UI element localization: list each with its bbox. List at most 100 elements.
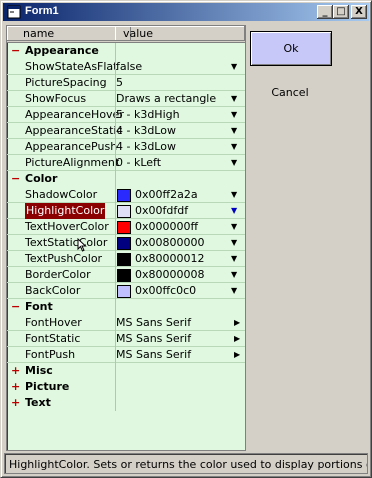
collapse-icon[interactable]: − [11,171,21,187]
right-arrow-icon[interactable]: ▶ [234,347,240,363]
close-button[interactable]: X [351,5,367,19]
property-row[interactable]: FontPush MS Sans Serif ▶ [7,347,245,363]
dropdown-arrow-icon[interactable]: ▼ [231,251,237,267]
property-name: TextPushColor [25,252,103,265]
property-row[interactable]: BackColor 0x00ffc0c0 ▼ [7,283,245,299]
property-value[interactable]: Draws a rectangle [116,91,216,107]
column-header-value[interactable]: value [115,26,245,41]
property-row[interactable]: FontHover MS Sans Serif ▶ [7,315,245,331]
category-label: Font [25,300,53,313]
property-name: TextHoverColor [25,220,109,233]
property-row[interactable]: PictureSpacing 5 [7,75,245,91]
cancel-button[interactable]: Cancel [250,81,330,105]
grid-header: name value [7,26,245,43]
color-swatch [117,269,131,282]
property-row[interactable]: AppearancePush 4 - k3dLow ▼ [7,139,245,155]
minimize-button[interactable]: _ [317,5,333,19]
property-row[interactable]: BorderColor 0x80000008 ▼ [7,267,245,283]
expand-icon[interactable]: + [11,363,21,379]
property-row[interactable]: TextPushColor 0x80000012 ▼ [7,251,245,267]
collapse-icon[interactable]: − [11,299,21,315]
collapse-icon[interactable]: − [11,43,21,59]
form-icon [7,5,21,19]
property-grid[interactable]: name value − Appearance ShowStateAsFlat fal… [6,25,246,451]
value-cell [115,395,245,411]
color-swatch [117,253,131,266]
property-name: TextStaticColor [25,236,108,249]
property-value[interactable]: 4 - k3dLow [116,139,176,155]
property-row[interactable]: FontStatic MS Sans Serif ▶ [7,331,245,347]
category-row[interactable]: + Misc [7,363,245,379]
dropdown-arrow-icon[interactable]: ▼ [231,91,237,107]
color-value[interactable]: 0x00800000 [135,235,205,251]
category-row[interactable]: − Font [7,299,245,315]
property-value[interactable]: MS Sans Serif [116,315,191,331]
property-value[interactable]: MS Sans Serif [116,347,191,363]
category-row[interactable]: − Color [7,171,245,187]
property-value[interactable]: MS Sans Serif [116,331,191,347]
property-row[interactable]: TextHoverColor 0x000000ff ▼ [7,219,245,235]
property-row[interactable]: PictureAlignment 0 - kLeft ▼ [7,155,245,171]
dropdown-arrow-icon[interactable]: ▼ [231,235,237,251]
property-name: FontHover [25,316,82,329]
status-bar: HighlightColor. Sets or returns the colo… [4,453,368,474]
dropdown-arrow-icon[interactable]: ▼ [231,59,237,75]
property-row[interactable]: ShowStateAsFlat false ▼ [7,59,245,75]
maximize-button[interactable]: □ [333,5,349,19]
category-row[interactable]: + Text [7,395,245,411]
form-window: Form1 _ □ X name value − Appearance ShowSt… [0,0,372,478]
color-value[interactable]: 0x00ffc0c0 [135,283,196,299]
expand-icon[interactable]: + [11,379,21,395]
property-value[interactable]: 4 - k3dLow [116,123,176,139]
dropdown-arrow-icon[interactable]: ▼ [231,155,237,171]
property-row[interactable]: AppearanceHover 5 - k3dHigh ▼ [7,107,245,123]
color-value[interactable]: 0x80000012 [135,251,205,267]
ok-button[interactable]: Ok [250,31,332,66]
dropdown-arrow-icon[interactable]: ▼ [231,203,237,219]
dropdown-arrow-icon[interactable]: ▼ [231,283,237,299]
right-arrow-icon[interactable]: ▶ [234,315,240,331]
category-label: Misc [25,364,53,377]
expand-icon[interactable]: + [11,395,21,411]
dropdown-arrow-icon[interactable]: ▼ [231,107,237,123]
value-cell [115,43,245,59]
right-arrow-icon[interactable]: ▶ [234,331,240,347]
color-swatch [117,189,131,202]
property-value[interactable]: false [116,59,142,75]
property-value[interactable]: 5 - k3dHigh [116,107,180,123]
property-name: PictureSpacing [25,76,107,89]
column-header-name[interactable]: name [7,26,131,41]
property-value[interactable]: 0 - kLeft [116,155,161,171]
dropdown-arrow-icon[interactable]: ▼ [231,187,237,203]
property-row[interactable]: ShowFocus Draws a rectangle ▼ [7,91,245,107]
property-name: FontPush [25,348,76,361]
property-row[interactable]: HighlightColor 0x00fdfdf ▼ [7,203,245,219]
property-row[interactable]: AppearanceStatic 4 - k3dLow ▼ [7,123,245,139]
color-swatch [117,221,131,234]
dropdown-arrow-icon[interactable]: ▼ [231,267,237,283]
title-bar[interactable]: Form1 _ □ X [3,3,369,21]
property-name: AppearanceStatic [25,124,123,137]
dropdown-arrow-icon[interactable]: ▼ [231,219,237,235]
mouse-pointer-icon [77,238,87,252]
value-cell [115,379,245,395]
category-row[interactable]: + Picture [7,379,245,395]
color-value[interactable]: 0x000000ff [135,219,198,235]
property-value[interactable]: 5 [116,75,123,91]
property-row[interactable]: ShadowColor 0x00ff2a2a ▼ [7,187,245,203]
color-swatch [117,285,131,298]
color-value[interactable]: 0x00ff2a2a [135,187,198,203]
dropdown-arrow-icon[interactable]: ▼ [231,139,237,155]
property-row[interactable]: TextStaticColor 0x00800000 ▼ [7,235,245,251]
value-cell [115,171,245,187]
property-name: ShowStateAsFlat [25,60,118,73]
property-name: HighlightColor [25,203,106,219]
dropdown-arrow-icon[interactable]: ▼ [231,123,237,139]
color-value[interactable]: 0x80000008 [135,267,205,283]
color-value[interactable]: 0x00fdfdf [135,203,188,219]
category-label: Picture [25,380,70,393]
property-name: BorderColor [25,268,91,281]
category-row[interactable]: − Appearance [7,43,245,59]
value-cell[interactable] [115,75,245,91]
property-name: ShadowColor [25,188,98,201]
